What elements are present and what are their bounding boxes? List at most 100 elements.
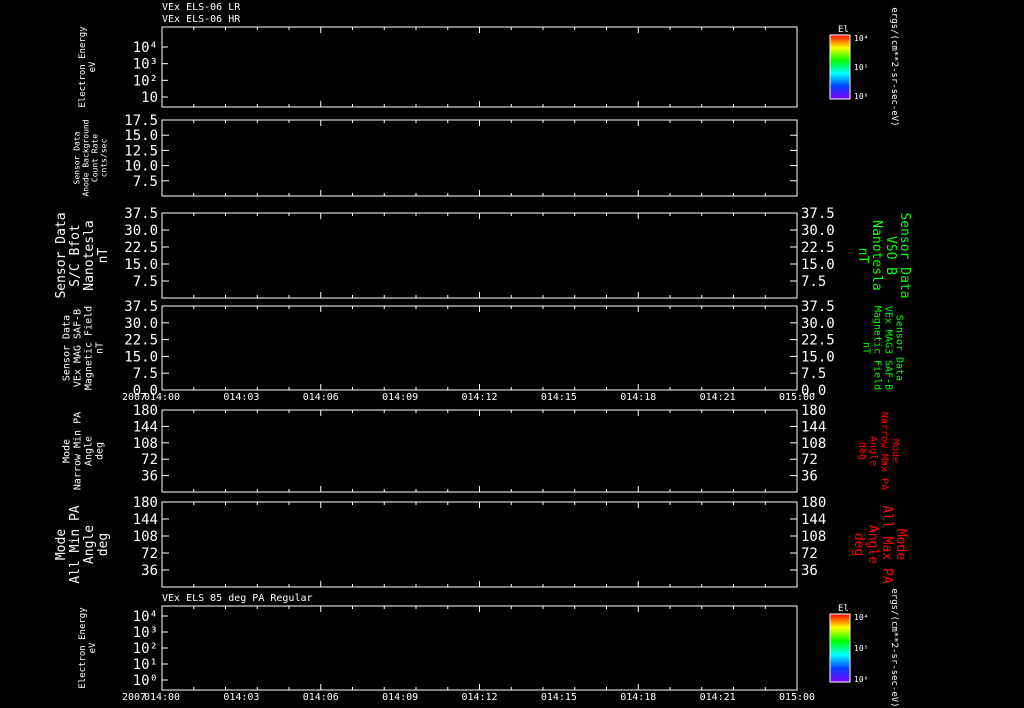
panel-frame: [161, 605, 798, 691]
y-tick-label-right: 108: [801, 529, 826, 545]
figure-canvas: 1010²10³10⁴El10⁴10⁵10⁶ ergs/(cm**2-sr-sec…: [54, 7, 912, 707]
panel-ylabel-right: nT: [855, 248, 870, 264]
time-tick-label: 014:06: [303, 392, 339, 403]
y-tick-label: 7.5: [133, 366, 158, 382]
panel-ylabel: Sensor Data: [73, 131, 82, 184]
y-tick-label-right: 22.5: [801, 333, 835, 349]
y-tick-label: 10²: [133, 641, 158, 657]
y-tick-label: 10³: [133, 625, 158, 641]
y-tick-label-right: 36: [801, 563, 818, 579]
y-tick-label-right: 7.5: [801, 366, 826, 382]
colorbar-units: ergs/(cm**2-sr-sec-eV): [889, 588, 899, 707]
panel-ylabel: Mode: [62, 439, 73, 463]
year-label: 2007: [122, 692, 146, 703]
time-tick-label: 014:21: [700, 692, 736, 703]
y-tick-label: 7.5: [133, 174, 158, 190]
y-tick-label-right: 144: [801, 419, 826, 435]
time-tick-label: 015:00: [779, 692, 815, 703]
y-tick-label: 144: [133, 419, 158, 435]
panel-ylabel: Angle: [84, 436, 95, 466]
y-tick-label: 10: [141, 90, 158, 106]
y-tick-label: 37.5: [124, 206, 158, 222]
y-tick-label-right: 180: [801, 495, 826, 511]
y-tick-label: 30.0: [124, 223, 158, 239]
time-tick-label: 014:18: [620, 692, 656, 703]
panel-ylabel: Count Rate: [91, 134, 100, 182]
panel-ylabel-right: Sensor Data: [894, 315, 905, 381]
panel-frame: [161, 26, 798, 108]
panel-ylabel-right: Angle: [868, 436, 879, 466]
y-tick-label-right: 108: [801, 436, 826, 452]
y-tick-label-right: 180: [801, 403, 826, 419]
panel-ylabel: Angle: [82, 525, 97, 564]
panel-ylabel: nT: [96, 248, 111, 264]
time-tick-label: 015:00: [779, 392, 815, 403]
panel-frame: [161, 119, 798, 197]
time-tick-label: 014:06: [303, 692, 339, 703]
panel-ylabel: Nanotesla: [82, 220, 97, 290]
time-tick-label: 014:12: [461, 692, 497, 703]
y-tick-label: 10⁰: [133, 673, 158, 689]
panel-ylabel-right: deg: [851, 533, 866, 556]
panel-ylabel-right: Nanotesla: [869, 220, 884, 290]
panel-ylabel-right: Magnetic Field: [872, 306, 883, 390]
y-tick-label: 72: [141, 546, 158, 562]
panel-ylabel-right: Narrow Max PA: [879, 412, 890, 490]
panel-frame: [161, 501, 798, 588]
y-tick-label: 15.0: [124, 128, 158, 144]
panel-ylabel: Sensor Data: [62, 315, 73, 381]
colorbar-units: ergs/(cm**2-sr-sec-eV): [889, 7, 899, 126]
time-tick-label: 014:03: [223, 392, 259, 403]
y-tick-label-right: 72: [801, 452, 818, 468]
panel-ylabel: eV: [88, 642, 98, 653]
y-tick-label: 10⁴: [133, 40, 158, 56]
time-tick-label: 014:18: [620, 392, 656, 403]
y-tick-label-right: 7.5: [801, 274, 826, 290]
y-tick-label: 22.5: [124, 333, 158, 349]
panel-ylabel: Mode: [54, 529, 69, 560]
y-tick-label: 30.0: [124, 316, 158, 332]
time-tick-label: 014:00: [144, 692, 180, 703]
panel-ylabel: Anode Background: [82, 119, 91, 196]
y-tick-label: 15.0: [124, 349, 158, 365]
panel-ylabel-right: Angle: [865, 525, 880, 564]
y-tick-label: 180: [133, 403, 158, 419]
panel-ylabel: Electron Energy: [78, 26, 88, 108]
panel-ylabel-right: All Max PA: [879, 505, 894, 583]
y-tick-label: 10⁴: [133, 609, 158, 625]
y-tick-label: 36: [141, 563, 158, 579]
y-tick-label-right: 37.5: [801, 206, 835, 222]
y-tick-label: 17.5: [124, 113, 158, 129]
colorbar-label: El: [838, 25, 849, 35]
y-tick-label: 10.0: [124, 159, 158, 175]
panel-ylabel: cnts/sec: [100, 139, 109, 178]
time-tick-label: 014:09: [382, 392, 418, 403]
y-tick-label-right: 30.0: [801, 223, 835, 239]
y-tick-label: 10¹: [133, 657, 158, 673]
y-tick-label: 12.5: [124, 143, 158, 159]
panel-ylabel: All Min PA: [68, 505, 83, 583]
panel-ylabel-right: VSO B: [883, 236, 898, 275]
panel-ylabel: eV: [88, 61, 98, 72]
colorbar-tick: 10⁶: [854, 675, 868, 684]
panel-ylabel-right: Mode: [890, 439, 901, 463]
y-tick-label: 108: [133, 529, 158, 545]
y-tick-label-right: 30.0: [801, 316, 835, 332]
colorbar-tick: 10⁶: [854, 92, 868, 101]
panel-ylabel: deg: [96, 533, 111, 556]
panel-ylabel-right: Mode: [893, 529, 908, 560]
colorbar-tick: 10⁴: [854, 34, 868, 43]
year-label: 2007: [122, 392, 146, 403]
panel-frame: [161, 305, 798, 391]
panel-ylabel-right: nT: [861, 342, 872, 354]
panel-ylabel-right: deg: [857, 442, 868, 460]
colorbar-tick: 10⁴: [854, 613, 868, 622]
y-tick-label-right: 15.0: [801, 349, 835, 365]
panel-ylabel: VEx MAG SAF-B: [73, 309, 84, 387]
panel-ylabel: Sensor Data: [54, 212, 69, 298]
colorbar-tick: 10⁵: [854, 63, 868, 72]
y-tick-label-right: 22.5: [801, 240, 835, 256]
panel-ylabel: S/C Bfot: [68, 224, 83, 287]
y-tick-label-right: 37.5: [801, 299, 835, 315]
time-tick-label: 014:00: [144, 392, 180, 403]
